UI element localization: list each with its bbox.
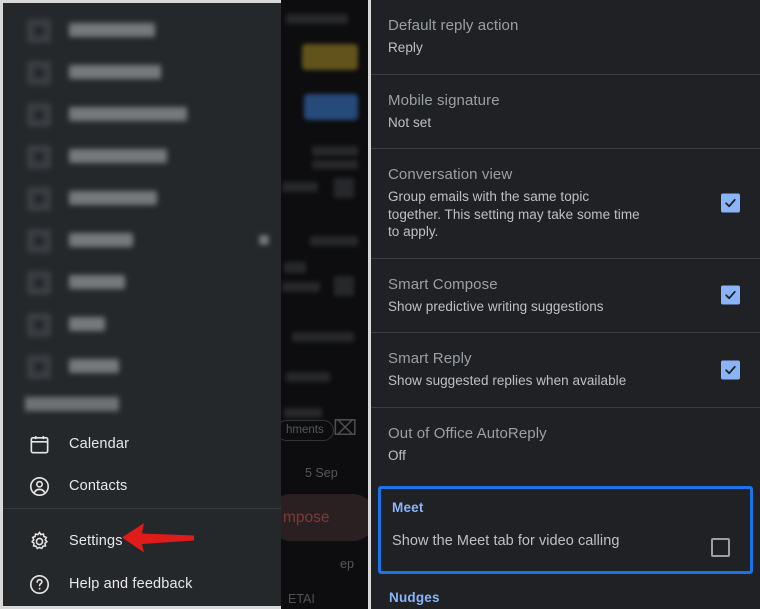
blurred-nav-icon [27, 19, 51, 43]
blurred-nav-icon [27, 61, 51, 85]
drawer-blurred-item[interactable] [3, 305, 281, 347]
bg-label-chip-blue [304, 94, 358, 120]
setting-row-conversation-view[interactable]: Conversation view Group emails with the … [371, 149, 760, 259]
blurred-nav-label [69, 275, 125, 289]
setting-row-smart-reply[interactable]: Smart Reply Show suggested replies when … [371, 333, 760, 408]
setting-title: Smart Compose [388, 275, 498, 293]
sidebar-item-label: Calendar [69, 436, 130, 452]
blurred-nav-label [69, 23, 155, 37]
drawer-blurred-item[interactable] [3, 179, 281, 221]
drawer-blurred-item[interactable] [3, 53, 281, 95]
blurred-nav-icon [27, 271, 51, 295]
blurred-nav-icon [27, 355, 51, 379]
blurred-nav-badge [259, 235, 269, 245]
bg-date-1: 5 Sep [305, 466, 338, 480]
meet-section-highlighted: Meet Show the Meet tab for video calling [378, 486, 753, 574]
blurred-nav-label [69, 233, 133, 247]
bg-blur-text [292, 332, 354, 342]
drawer-blurred-item[interactable] [3, 263, 281, 305]
bg-blur-text [310, 236, 358, 246]
setting-row-mobile-signature[interactable]: Mobile signature Not set [371, 75, 760, 149]
sidebar-item-label: Contacts [69, 478, 128, 494]
setting-row-show-meet-tab[interactable]: Show the Meet tab for video calling [381, 524, 750, 571]
setting-subtitle: Group emails with the same topic togethe… [388, 189, 640, 239]
bg-blur-text [284, 262, 306, 273]
bg-date-2: ep [340, 557, 354, 571]
bg-blur-text [282, 182, 318, 192]
meet-section-header: Meet [392, 500, 424, 515]
blurred-nav-icon [27, 145, 51, 169]
sidebar-item-calendar[interactable]: Calendar [3, 421, 281, 467]
setting-title: Mobile signature [388, 91, 500, 109]
gear-icon [26, 528, 52, 554]
drawer-blurred-item[interactable] [3, 95, 281, 137]
bg-blur-text [282, 282, 320, 292]
settings-panel: Default reply action Reply Mobile signat… [368, 0, 760, 609]
bg-blur-text [284, 408, 322, 418]
bg-attachment-chip: hments [276, 420, 334, 441]
blurred-nav-label [69, 65, 161, 79]
drawer-blurred-item[interactable] [3, 221, 281, 263]
drawer-blurred-section-header [25, 397, 119, 411]
contacts-icon [26, 473, 52, 499]
sidebar-item-label: Settings [69, 533, 123, 549]
setting-title: Smart Reply [388, 350, 472, 367]
drawer-blurred-item[interactable] [3, 11, 281, 53]
bg-blur-text [286, 14, 348, 24]
navigation-drawer: Calendar Contacts Settings Help and feed… [0, 0, 281, 609]
bg-blur-icon [334, 276, 354, 296]
setting-subtitle: Off [388, 447, 406, 463]
setting-row-smart-compose[interactable]: Smart Compose Show predictive writing su… [371, 259, 760, 333]
bg-blur-text [312, 160, 358, 169]
nudges-section-header: Nudges [389, 589, 440, 605]
archive-icon: ⌧ [333, 417, 358, 440]
help-circle-icon [26, 571, 52, 597]
show-meet-tab-checkbox[interactable] [711, 538, 730, 557]
drawer-blurred-item[interactable] [3, 347, 281, 389]
bg-blur-text [286, 372, 330, 382]
setting-subtitle: Show the Meet tab for video calling [392, 533, 620, 549]
setting-row-default-reply-action[interactable]: Default reply action Reply [371, 0, 760, 75]
sidebar-item-settings[interactable]: Settings [3, 518, 281, 564]
bg-blur-text [312, 146, 358, 156]
smart-compose-checkbox[interactable] [721, 285, 740, 305]
blurred-nav-label [69, 317, 105, 331]
setting-title: Default reply action [388, 17, 519, 34]
sidebar-item-help-and-feedback[interactable]: Help and feedback [3, 561, 281, 606]
blurred-nav-icon [27, 103, 51, 127]
bg-caption: ETAI [288, 592, 315, 606]
sidebar-item-contacts[interactable]: Contacts [3, 463, 281, 509]
setting-subtitle: Show predictive writing suggestions [388, 298, 604, 314]
bg-label-chip-yellow [302, 44, 358, 70]
setting-row-reply-and-follow-up[interactable]: Reply and follow up [371, 605, 760, 609]
blurred-nav-label [69, 359, 119, 373]
drawer-divider [3, 508, 281, 509]
setting-subtitle: Show suggested replies when available [388, 373, 627, 388]
bg-blur-icon [334, 178, 354, 198]
smart-reply-checkbox[interactable] [721, 360, 740, 380]
setting-subtitle: Reply [388, 40, 423, 55]
blurred-nav-icon [27, 313, 51, 337]
conversation-view-checkbox[interactable] [721, 193, 740, 213]
compose-fab[interactable]: mpose [268, 494, 376, 541]
setting-title: Conversation view [388, 166, 513, 183]
blurred-nav-label [69, 149, 167, 163]
blurred-nav-label [69, 107, 187, 121]
blurred-nav-label [69, 191, 157, 205]
blurred-nav-icon [27, 229, 51, 253]
sidebar-item-label: Help and feedback [69, 576, 193, 592]
setting-title: Out of Office AutoReply [388, 424, 547, 442]
screenshot-root: hments ⌧ 5 Sep nt. Th... ☆ mpose ep ETAI [0, 0, 760, 609]
setting-row-out-of-office-autoreply[interactable]: Out of Office AutoReply Off [371, 408, 760, 482]
drawer-blurred-item[interactable] [3, 137, 281, 179]
setting-subtitle: Not set [388, 114, 432, 130]
blurred-nav-icon [27, 187, 51, 211]
calendar-icon [26, 431, 52, 457]
